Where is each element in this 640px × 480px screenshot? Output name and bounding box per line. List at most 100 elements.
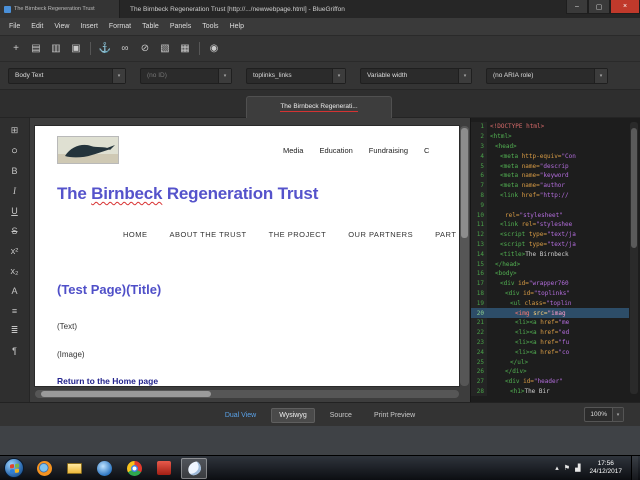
font-color-icon[interactable]: A [5, 282, 25, 299]
save-icon[interactable]: ▣ [68, 41, 84, 57]
chevron-down-icon[interactable]: ▾ [218, 68, 231, 83]
print-preview-button[interactable]: Print Preview [367, 409, 422, 422]
source-code-line[interactable]: 4 <meta http-equiv= "Con [471, 151, 629, 162]
source-code-line[interactable]: 17 <div id= "wrapper760 [471, 278, 629, 289]
document-tab[interactable]: The Birnbeck Regenerati... [246, 96, 392, 118]
class-dropdown[interactable]: toplinks_links ▾ [246, 67, 346, 84]
wysiwyg-page[interactable]: Media Education Fundraising C The Birnbe… [35, 126, 459, 386]
anchor-icon[interactable]: ⚓ [97, 41, 113, 57]
unordered-list-icon[interactable]: ≡ [5, 302, 25, 319]
menu-item[interactable]: Help [225, 20, 249, 33]
chevron-down-icon[interactable]: ▾ [594, 68, 607, 83]
new-document-icon[interactable]: ▤ [28, 41, 44, 57]
chrome-taskbar-button[interactable] [121, 458, 147, 479]
page-title-placeholder[interactable]: (Test Page)(Title) [57, 282, 161, 297]
menu-item[interactable]: File [4, 20, 25, 33]
chevron-down-icon[interactable]: ▾ [332, 68, 345, 83]
menu-item[interactable]: Insert [75, 20, 103, 33]
menu-item[interactable]: View [49, 20, 74, 33]
source-code-line[interactable]: 8 <link href= "http:// [471, 190, 629, 201]
paragraph-format-dropdown[interactable]: Body Text ▾ [8, 67, 126, 84]
red-app-taskbar-button[interactable] [151, 458, 177, 479]
taskbar-clock[interactable]: 17:56 24/12/2017 [585, 460, 626, 476]
menu-item[interactable]: Tools [197, 20, 223, 33]
source-code-line[interactable]: 3 <head> [471, 141, 629, 152]
aria-role-dropdown[interactable]: (no ARIA role) ▾ [486, 67, 608, 84]
minimize-button[interactable]: – [566, 0, 588, 14]
firefox-taskbar-button[interactable] [31, 458, 57, 479]
source-code-line[interactable]: 5 <meta name= "descrip [471, 161, 629, 171]
source-code-line[interactable]: 15 </head> [471, 259, 629, 269]
menu-item[interactable]: Format [104, 20, 136, 33]
source-code-line[interactable]: 25 </ul> [471, 357, 629, 367]
paragraph-icon[interactable]: ¶ [5, 342, 25, 359]
source-code-line[interactable]: 6 <meta name= "keyword [471, 170, 629, 181]
main-nav-link[interactable]: THE PROJECT [269, 230, 327, 239]
source-code-line[interactable]: 11 <link rel= "styleshee [471, 219, 629, 230]
subscript-icon[interactable]: x₂ [5, 262, 25, 279]
bluegriffon-taskbar-button[interactable] [181, 457, 207, 479]
close-button[interactable]: × [610, 0, 640, 14]
link-icon[interactable]: ∞ [117, 41, 133, 57]
source-code-line[interactable]: 23 <li><a href= "fu [471, 337, 629, 348]
menu-item[interactable]: Table [137, 20, 164, 33]
window-titlebar[interactable]: The Birnbeck Regeneration Trust The Birn… [0, 0, 640, 18]
scrollbar-thumb[interactable] [631, 128, 637, 248]
italic-icon[interactable]: I [5, 182, 25, 199]
zoom-control[interactable]: 100% ▾ [584, 407, 624, 422]
action-center-flag-icon[interactable]: ⚑ [564, 464, 570, 472]
show-desktop-button[interactable] [631, 455, 638, 480]
page-image-placeholder[interactable]: (Image) [57, 350, 85, 359]
page-text-placeholder[interactable]: (Text) [57, 322, 77, 331]
image-icon[interactable]: ▧ [157, 41, 173, 57]
hidden-icons-icon[interactable]: ▴ [555, 464, 559, 472]
bold-icon[interactable]: B [5, 162, 25, 179]
source-code-line[interactable]: 1 <!DOCTYPE html> [471, 122, 629, 132]
unlink-icon[interactable]: ⊘ [137, 41, 153, 57]
main-nav-link[interactable]: OUR PARTNERS [348, 230, 413, 239]
top-nav-link[interactable]: Education [319, 146, 352, 155]
id-dropdown[interactable]: (no ID) ▾ [140, 67, 232, 84]
source-code-line[interactable]: 7 <meta name= "author [471, 180, 629, 191]
source-code-line[interactable]: 9 [471, 200, 629, 211]
circle-icon[interactable]: ○ [5, 142, 25, 159]
network-icon[interactable]: ▟ [575, 464, 580, 472]
table-icon[interactable]: ▦ [177, 41, 193, 57]
grid-icon[interactable]: ⊞ [5, 122, 25, 139]
source-editor[interactable]: 1 <!DOCTYPE html> 2 <html> 3 <head> 4 <meta htt… [471, 122, 629, 398]
scrollbar-thumb[interactable] [461, 128, 468, 238]
top-nav-link[interactable]: Fundraising [369, 146, 408, 155]
separator[interactable] [90, 42, 91, 55]
source-code-line[interactable]: 24 <li><a href= "co [471, 347, 629, 358]
site-heading[interactable]: The Birnbeck Regeneration Trust [57, 184, 318, 204]
source-code-line[interactable]: 13 <script type= "text/ja [471, 239, 629, 250]
source-button[interactable]: Source [323, 409, 359, 422]
source-code-line[interactable]: 21 <li><a href= "me [471, 317, 629, 328]
source-code-line[interactable]: 28 <h1> The Bir [471, 386, 629, 397]
wysiwyg-button[interactable]: Wysiwyg [271, 407, 315, 423]
scrollbar-thumb[interactable] [41, 391, 211, 397]
separator[interactable] [199, 42, 200, 55]
chevron-down-icon[interactable]: ▾ [112, 68, 125, 83]
site-logo-image[interactable] [57, 136, 119, 164]
vertical-scrollbar[interactable] [460, 126, 469, 386]
chevron-down-icon[interactable]: ▾ [458, 68, 471, 83]
source-code-line[interactable]: 10 rel= "stylesheet" [471, 210, 629, 220]
source-code-line[interactable]: 22 <li><a href= "ed [471, 327, 629, 338]
titlebar-app-tab[interactable]: The Birnbeck Regeneration Trust [0, 0, 120, 18]
top-nav-link[interactable]: C [424, 146, 429, 155]
source-code-line[interactable]: 16 <body> [471, 268, 629, 279]
source-code-line[interactable]: 12 <script type= "text/ja [471, 229, 629, 240]
underline-icon[interactable]: U [5, 202, 25, 219]
home-page-link[interactable]: Return to the Home page [57, 376, 158, 386]
source-code-line[interactable]: 20 <img src= "imag [471, 308, 629, 318]
open-document-icon[interactable]: ▥ [48, 41, 64, 57]
main-nav-link[interactable]: ABOUT THE TRUST [170, 230, 247, 239]
main-nav-link[interactable]: HOME [123, 230, 148, 239]
source-code-line[interactable]: 2 <html> [471, 131, 629, 142]
add-icon[interactable]: + [8, 41, 24, 57]
chevron-down-icon[interactable]: ▾ [612, 408, 623, 421]
menu-item[interactable]: Panels [165, 20, 196, 33]
ordered-list-icon[interactable]: ≣ [5, 322, 25, 339]
width-dropdown[interactable]: Variable width ▾ [360, 67, 472, 84]
